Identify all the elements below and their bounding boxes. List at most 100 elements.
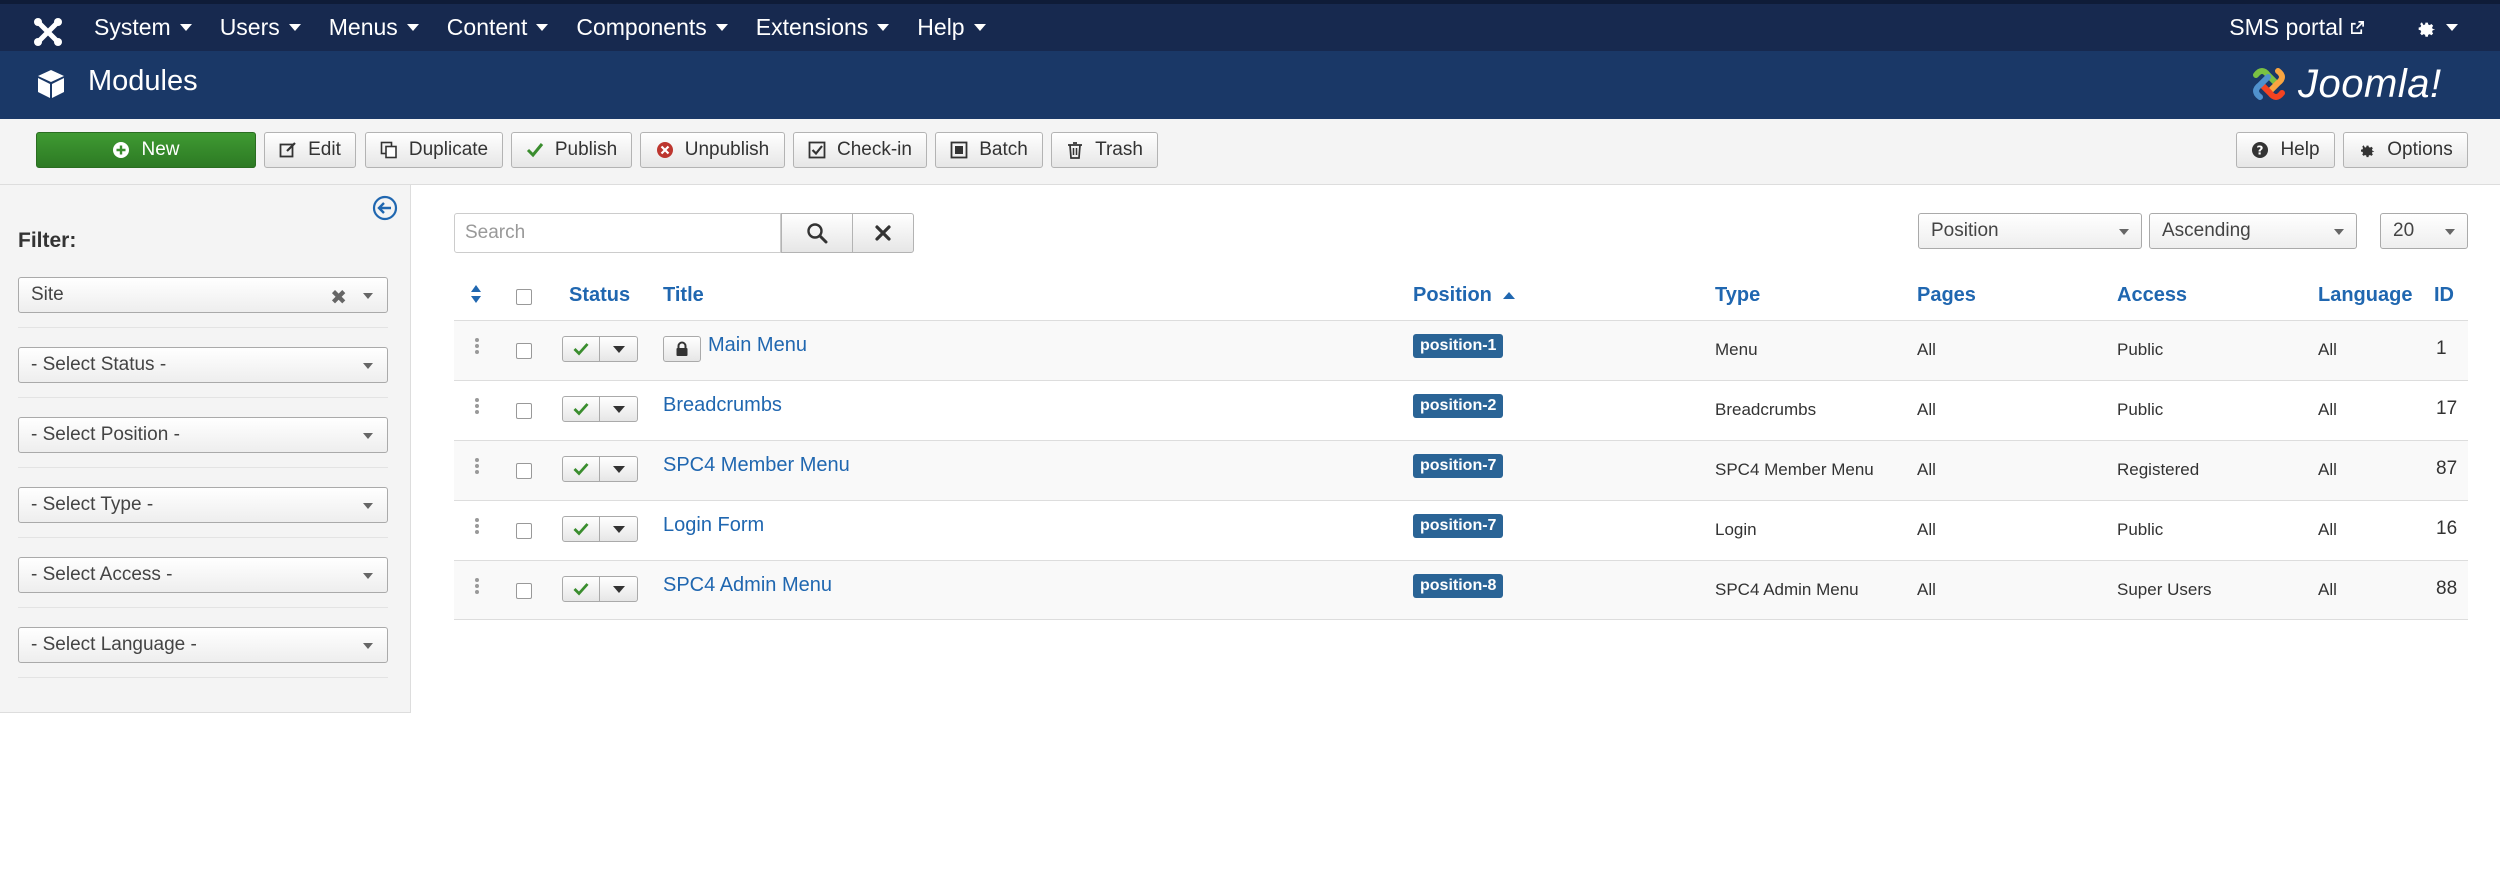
row-checkbox[interactable] (516, 403, 532, 419)
clear-search-button[interactable] (852, 213, 914, 253)
search-input[interactable] (454, 213, 781, 253)
status-dropdown-caret-icon[interactable] (600, 456, 638, 482)
options-button[interactable]: Options (2343, 132, 2468, 168)
language-cell: All (2318, 520, 2337, 539)
close-icon (873, 223, 893, 243)
lock-icon[interactable] (663, 336, 701, 362)
id-cell: 88 (2436, 578, 2458, 599)
ordering-sort-icon[interactable] (470, 284, 482, 304)
position-select[interactable]: - Select Position - (18, 417, 388, 453)
dropdown-arrow-icon (363, 363, 373, 369)
access-cell: Public (2117, 520, 2164, 539)
divider (18, 397, 388, 398)
brand-name: Joomla! (2298, 61, 2442, 106)
search-icon (806, 222, 828, 244)
nav-menus[interactable]: Menus (315, 14, 433, 41)
status-dropdown-caret-icon[interactable] (600, 336, 638, 362)
order-by-select[interactable]: Position (1918, 213, 2142, 249)
nav-help[interactable]: Help (903, 14, 999, 41)
type-select[interactable]: - Select Type - (18, 487, 388, 523)
published-check-icon[interactable] (562, 576, 600, 602)
svg-text:?: ? (2257, 144, 2264, 158)
th-type[interactable]: Type (1715, 284, 1760, 307)
batch-button[interactable]: Batch (935, 132, 1043, 168)
row-checkbox[interactable] (516, 343, 532, 359)
select-all-checkbox[interactable] (516, 289, 532, 305)
th-title[interactable]: Title (663, 284, 704, 307)
toolbar: New Edit Duplicate Publish Unpublish Che… (0, 119, 2500, 185)
published-check-icon[interactable] (562, 516, 600, 542)
table-row: SPC4 Admin Menu position-8 SPC4 Admin Me… (454, 560, 2468, 620)
divider (18, 607, 388, 608)
clear-icon[interactable]: ✖ (330, 285, 347, 310)
client-select[interactable]: Site ✖ (18, 277, 388, 313)
checkin-button[interactable]: Check-in (793, 132, 927, 168)
module-title-link[interactable]: Login Form (663, 514, 764, 537)
search-button[interactable] (781, 213, 853, 253)
row-checkbox[interactable] (516, 523, 532, 539)
published-check-icon[interactable] (562, 456, 600, 482)
trash-icon (1066, 141, 1084, 159)
trash-button[interactable]: Trash (1051, 132, 1158, 168)
row-checkbox[interactable] (516, 463, 532, 479)
site-link[interactable]: SMS portal (2215, 14, 2379, 41)
th-position[interactable]: Position (1413, 284, 1516, 307)
th-pages[interactable]: Pages (1917, 284, 1976, 307)
th-access[interactable]: Access (2117, 284, 2187, 307)
nav-components[interactable]: Components (562, 14, 741, 41)
new-button[interactable]: New (36, 132, 256, 168)
direction-select[interactable]: Ascending (2149, 213, 2357, 249)
id-cell: 87 (2436, 458, 2458, 479)
published-check-icon[interactable] (562, 396, 600, 422)
th-id[interactable]: ID (2434, 284, 2454, 307)
edit-icon (279, 141, 297, 159)
drag-handle-icon[interactable] (474, 577, 480, 595)
nav-extensions[interactable]: Extensions (742, 14, 904, 41)
status-dropdown-caret-icon[interactable] (600, 576, 638, 602)
published-check-icon[interactable] (562, 336, 600, 362)
status-dropdown-caret-icon[interactable] (600, 396, 638, 422)
caret-down-icon (179, 24, 192, 31)
external-link-icon (2350, 20, 2365, 35)
module-title-link[interactable]: SPC4 Admin Menu (663, 574, 832, 597)
unpublish-button[interactable]: Unpublish (640, 132, 785, 168)
caret-down-icon (877, 24, 890, 31)
batch-icon (950, 141, 968, 159)
th-status[interactable]: Status (569, 284, 630, 307)
drag-handle-icon[interactable] (474, 337, 480, 355)
table-row: Main Menu position-1 Menu All Public All… (454, 320, 2468, 380)
nav-content[interactable]: Content (433, 14, 563, 41)
module-title-link[interactable]: Main Menu (708, 334, 807, 357)
settings-menu[interactable] (2401, 17, 2472, 39)
dropdown-arrow-icon (363, 573, 373, 579)
caret-down-icon (406, 24, 419, 31)
help-button[interactable]: ? Help (2236, 132, 2335, 168)
joomla-logo-icon[interactable] (28, 12, 68, 52)
caret-down-icon (2446, 24, 2458, 31)
nav-system[interactable]: System (80, 14, 206, 41)
divider (18, 537, 388, 538)
type-cell: SPC4 Member Menu (1715, 460, 1874, 479)
collapse-sidebar-icon[interactable] (372, 195, 398, 221)
nav-users[interactable]: Users (206, 14, 315, 41)
access-select[interactable]: - Select Access - (18, 557, 388, 593)
drag-handle-icon[interactable] (474, 397, 480, 415)
access-cell: Super Users (2117, 580, 2212, 599)
module-title-link[interactable]: Breadcrumbs (663, 394, 782, 417)
position-badge: position-7 (1413, 454, 1504, 478)
edit-button[interactable]: Edit (264, 132, 356, 168)
gear-icon (2358, 141, 2376, 159)
module-title-link[interactable]: SPC4 Member Menu (663, 454, 850, 477)
drag-handle-icon[interactable] (474, 517, 480, 535)
status-select[interactable]: - Select Status - (18, 347, 388, 383)
language-select[interactable]: - Select Language - (18, 627, 388, 663)
filter-label: Filter: (18, 229, 77, 252)
status-dropdown-caret-icon[interactable] (600, 516, 638, 542)
th-language[interactable]: Language (2318, 284, 2412, 307)
pages-cell: All (1917, 400, 1936, 419)
limit-select[interactable]: 20 (2380, 213, 2468, 249)
row-checkbox[interactable] (516, 583, 532, 599)
drag-handle-icon[interactable] (474, 457, 480, 475)
duplicate-button[interactable]: Duplicate (365, 132, 503, 168)
publish-button[interactable]: Publish (511, 132, 632, 168)
